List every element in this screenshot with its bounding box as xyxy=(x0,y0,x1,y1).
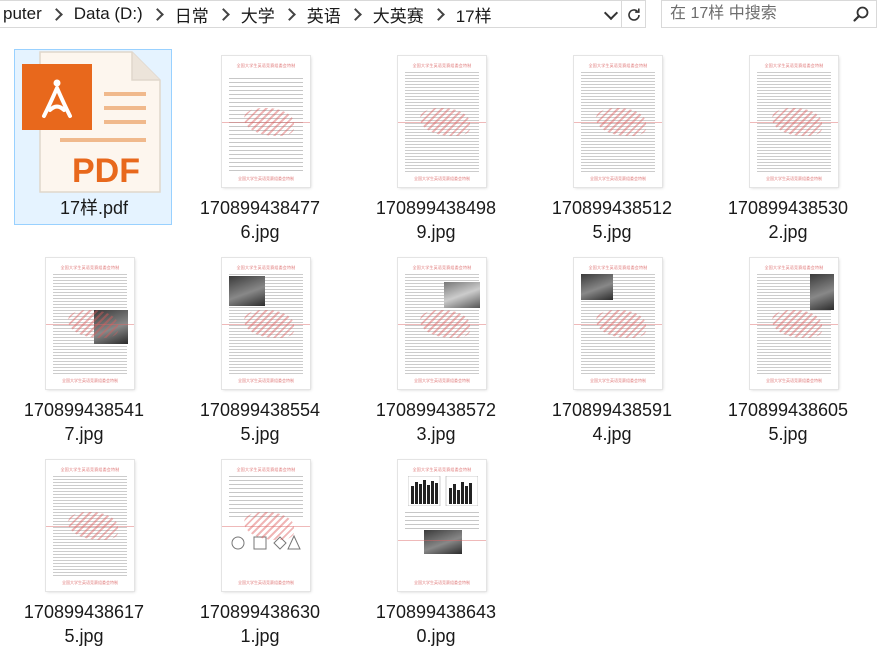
file-name: 170899438530 2.jpg xyxy=(727,198,849,242)
file-name: 170899438643 0.jpg xyxy=(375,602,497,646)
breadcrumb-contest[interactable]: 大英赛 xyxy=(370,2,427,27)
file-item-jpg[interactable]: 全国大学生英语竞赛组委会特制 全国大学生英语竞赛组委会特制 1708994384… xyxy=(166,40,324,242)
file-item-jpg[interactable]: 全国大学生英语竞赛组委会特制 全国大学生英语竞赛组委会特制 1708994385… xyxy=(518,242,676,444)
chevron-right-icon[interactable] xyxy=(431,7,445,21)
breadcrumb: puter Data (D:) 日常 大学 英语 大英赛 17样 xyxy=(0,1,495,27)
file-item-jpg[interactable]: 全国大学生英语竞赛组委会特制 全国大学生英语竞赛组委会特制 1708994386… xyxy=(166,444,324,646)
breadcrumb-daily[interactable]: 日常 xyxy=(172,2,212,27)
search-icon[interactable] xyxy=(852,5,870,23)
chevron-right-icon[interactable] xyxy=(216,7,230,21)
breadcrumb-data-drive[interactable]: Data (D:) xyxy=(71,4,146,24)
chevron-right-icon[interactable] xyxy=(348,7,362,21)
chevron-right-icon[interactable] xyxy=(49,7,63,21)
image-thumbnail: 全国大学生英语竞赛组委会特制 全国大学生英语竞赛组委会特制 xyxy=(398,460,486,591)
image-thumbnail: 全国大学生英语竞赛组委会特制 全国大学生英语竞赛组委会特制 xyxy=(574,56,662,187)
image-thumbnail: 全国大学生英语竞赛组委会特制 全国大学生英语竞赛组委会特制 xyxy=(398,56,486,187)
image-thumbnail: 全国大学生英语竞赛组委会特制 全国大学生英语竞赛组委会特制 xyxy=(750,56,838,187)
image-thumbnail: 全国大学生英语竞赛组委会特制 全国大学生英语竞赛组委会特制 xyxy=(222,258,310,389)
file-item-jpg[interactable]: 全国大学生英语竞赛组委会特制 全国大学生英语竞赛组委会特制 1708994386… xyxy=(0,444,148,646)
file-name: 170899438630 1.jpg xyxy=(199,602,321,646)
search-box[interactable] xyxy=(661,0,877,28)
file-item-jpg[interactable]: 全国大学生英语竞赛组委会特制 全国大学生英语竞赛组委会特制 1708994386… xyxy=(342,444,500,646)
file-name: 170899438512 5.jpg xyxy=(551,198,673,242)
image-thumbnail: 全国大学生英语竞赛组委会特制 全国大学生英语竞赛组委会特制 xyxy=(398,258,486,389)
pdf-icon-label: PDF xyxy=(72,152,140,190)
breadcrumb-university[interactable]: 大学 xyxy=(238,2,278,27)
file-item-jpg[interactable]: 全国大学生英语竞赛组委会特制 全国大学生英语竞赛组委会特制 1708994385… xyxy=(518,40,676,242)
image-thumbnail: 全国大学生英语竞赛组委会特制 全国大学生英语竞赛组委会特制 xyxy=(750,258,838,389)
file-item-pdf[interactable]: PDF 17样.pdf xyxy=(0,40,172,236)
file-name: 170899438554 5.jpg xyxy=(199,400,321,444)
file-name: 170899438541 7.jpg xyxy=(23,400,145,444)
image-thumbnail: 全国大学生英语竞赛组委会特制 全国大学生英语竞赛组委会特制 xyxy=(574,258,662,389)
navigation-bar: puter Data (D:) 日常 大学 英语 大英赛 17样 xyxy=(0,0,877,34)
image-thumbnail: 全国大学生英语竞赛组委会特制 全国大学生英语竞赛组委会特制 xyxy=(46,258,134,389)
breadcrumb-english[interactable]: 英语 xyxy=(304,2,344,27)
file-item-jpg[interactable]: 全国大学生英语竞赛组委会特制 全国大学生英语竞赛组委会特制 1708994385… xyxy=(0,242,148,444)
file-name: 170899438477 6.jpg xyxy=(199,198,321,242)
image-thumbnail: 全国大学生英语竞赛组委会特制 全国大学生英语竞赛组委会特制 xyxy=(222,460,310,591)
search-input[interactable] xyxy=(670,4,848,24)
breadcrumb-computer[interactable]: puter xyxy=(0,4,45,24)
address-history-dropdown-icon[interactable] xyxy=(601,5,621,25)
address-bar[interactable]: puter Data (D:) 日常 大学 英语 大英赛 17样 xyxy=(0,0,646,28)
file-item-jpg[interactable]: 全国大学生英语竞赛组委会特制 全国大学生英语竞赛组委会特制 1708994385… xyxy=(342,242,500,444)
file-name: 170899438591 4.jpg xyxy=(551,400,673,444)
image-thumbnail: 全国大学生英语竞赛组委会特制 全国大学生英语竞赛组委会特制 xyxy=(222,56,310,187)
file-item-jpg[interactable]: 全国大学生英语竞赛组委会特制 全国大学生英语竞赛组委会特制 1708994385… xyxy=(166,242,324,444)
file-name: 170899438605 5.jpg xyxy=(727,400,849,444)
breadcrumb-current-folder[interactable]: 17样 xyxy=(453,2,495,27)
file-item-jpg[interactable]: 全国大学生英语竞赛组委会特制 全国大学生英语竞赛组委会特制 1708994386… xyxy=(694,242,852,444)
chevron-right-icon[interactable] xyxy=(282,7,296,21)
file-item-jpg[interactable]: 全国大学生英语竞赛组委会特制 全国大学生英语竞赛组委会特制 1708994384… xyxy=(342,40,500,242)
file-name: 17样.pdf xyxy=(59,198,129,218)
file-name: 170899438617 5.jpg xyxy=(23,602,145,646)
image-thumbnail: 全国大学生英语竞赛组委会特制 全国大学生英语竞赛组委会特制 xyxy=(46,460,134,591)
pdf-file-icon: PDF xyxy=(22,51,161,193)
file-name: 170899438498 9.jpg xyxy=(375,198,497,242)
file-name: 170899438572 3.jpg xyxy=(375,400,497,444)
chevron-right-icon[interactable] xyxy=(150,7,164,21)
refresh-icon[interactable] xyxy=(621,1,645,28)
file-item-jpg[interactable]: 全国大学生英语竞赛组委会特制 全国大学生英语竞赛组委会特制 1708994385… xyxy=(694,40,852,242)
